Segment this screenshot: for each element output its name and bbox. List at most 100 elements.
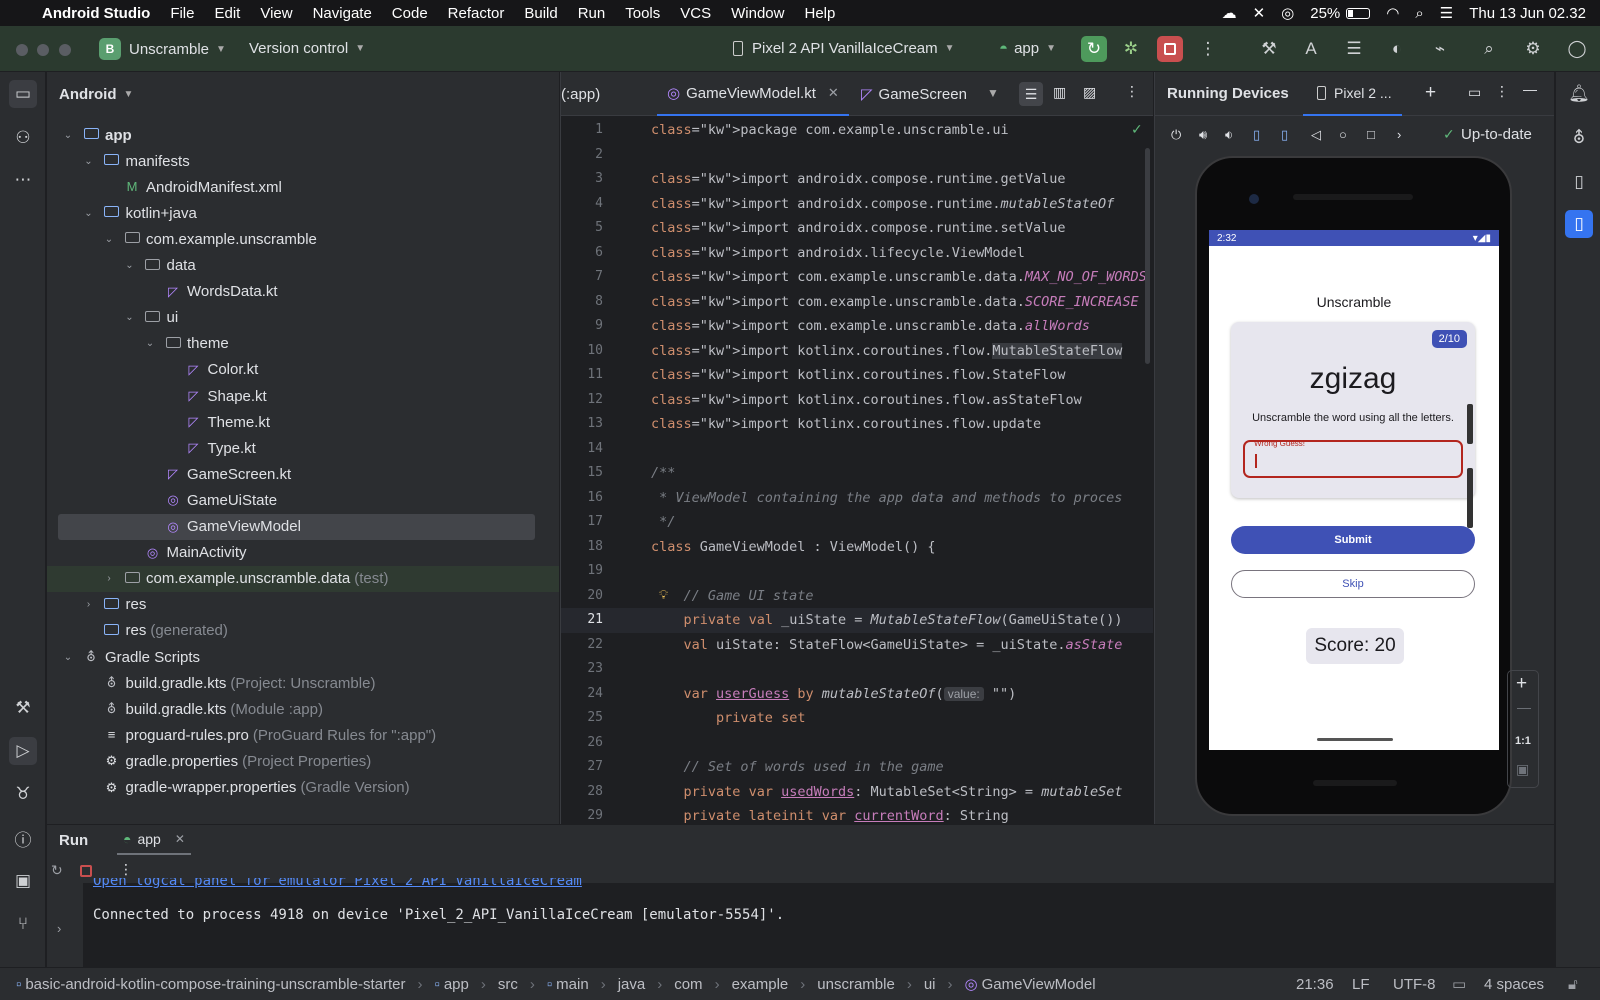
rerun-icon[interactable]: ↻ <box>1081 36 1107 62</box>
tree-item[interactable]: › com.example.unscramble.data (test) <box>47 565 559 592</box>
line-number[interactable]: 21 <box>561 608 603 633</box>
line-number[interactable]: 16 <box>561 486 603 511</box>
breadcrumb-item[interactable]: app <box>444 976 469 993</box>
tab-app[interactable]: (:app) <box>561 72 600 116</box>
tree-item[interactable]: ◎ MainActivity <box>47 540 559 566</box>
line-separator[interactable]: LF <box>1352 976 1370 993</box>
code-line[interactable]: 20 // Game UI state 💡︎ <box>561 584 1153 609</box>
line-number[interactable]: 6 <box>561 241 603 266</box>
line-number[interactable]: 27 <box>561 755 603 780</box>
line-number[interactable]: 2 <box>561 143 603 168</box>
line-number[interactable]: 24 <box>561 682 603 707</box>
run-window-icon[interactable]: ▷ <box>9 737 37 765</box>
line-number[interactable]: 12 <box>561 388 603 413</box>
android-sdk-icon[interactable]: ◐ <box>1384 36 1410 62</box>
line-number[interactable]: 10 <box>561 339 603 364</box>
more-actions-icon[interactable]: ⋮ <box>1195 36 1221 62</box>
device-tab[interactable]: Pixel 2 ... <box>1303 72 1402 116</box>
tree-item[interactable]: ⚙ gradle.properties (Project Properties) <box>47 748 559 774</box>
split-view-icon[interactable]: ▥ <box>1053 84 1066 101</box>
build-hammer-icon[interactable]: ⚒ <box>9 694 37 722</box>
tree-item[interactable]: ⌄ data <box>47 253 559 279</box>
battery-icon[interactable] <box>1346 7 1371 19</box>
code-line[interactable]: 5 class="kw">import androidx.compose.runt… <box>561 216 1153 241</box>
code-line[interactable]: 10 class="kw">import kotlinx.coroutines.f… <box>561 339 1153 364</box>
fit-screen-icon[interactable]: ▣ <box>1516 761 1529 778</box>
tree-item[interactable]: ◸ GameScreen.kt <box>47 461 559 487</box>
logcat-link[interactable]: Open logcat panel for emulator Pixel 2 A… <box>93 878 582 892</box>
code-line[interactable]: 18 class GameViewModel : ViewModel() { <box>561 535 1153 560</box>
breadcrumb-item[interactable]: java <box>618 976 646 993</box>
code-line[interactable]: 8 class="kw">import com.example.unscrambl… <box>561 290 1153 315</box>
line-number[interactable]: 8 <box>561 290 603 315</box>
menu-app-name[interactable]: Android Studio <box>42 5 150 22</box>
menu-view[interactable]: View <box>260 5 292 22</box>
breadcrumb-item[interactable]: ui <box>924 976 936 993</box>
tree-item[interactable]: ⌄ ⛢ Gradle Scripts <box>47 644 559 670</box>
breadcrumb-item[interactable]: unscramble <box>817 976 895 993</box>
menu-tools[interactable]: Tools <box>625 5 660 22</box>
control-center-icon[interactable]: ☰ <box>1440 4 1453 22</box>
resource-manager-icon[interactable]: ⚇ <box>9 124 37 152</box>
window-minimize-button[interactable] <box>37 44 49 56</box>
line-number[interactable]: 9 <box>561 314 603 339</box>
window-close-button[interactable] <box>16 44 28 56</box>
line-number[interactable]: 14 <box>561 437 603 462</box>
close-icon[interactable]: ✕ <box>175 832 185 846</box>
chevron-right-icon[interactable]: › <box>82 599 96 610</box>
zoom-out-icon[interactable]: — <box>1517 699 1531 715</box>
submit-button[interactable]: Submit <box>1231 526 1475 554</box>
code-view-icon[interactable]: ☰ <box>1019 82 1043 106</box>
tree-item[interactable]: ⌄ kotlin+java <box>47 200 559 226</box>
layout-icon[interactable]: ▭ <box>1468 84 1481 101</box>
chevron-down-icon[interactable]: ⌄ <box>102 234 116 245</box>
chevron-down-icon[interactable]: ⌄ <box>123 260 137 271</box>
line-number[interactable]: 3 <box>561 167 603 192</box>
code-line[interactable]: 21 private val _uiState = MutableStateFl… <box>561 608 1153 633</box>
menu-build[interactable]: Build <box>524 5 557 22</box>
line-number[interactable]: 29 <box>561 804 603 824</box>
search-icon[interactable]: ⌕ <box>1476 36 1502 62</box>
skip-button[interactable]: Skip <box>1231 570 1475 598</box>
code-line[interactable]: 16 * ViewModel containing the app data a… <box>561 486 1153 511</box>
clock[interactable]: Thu 13 Jun 02.32 <box>1469 5 1586 22</box>
line-number[interactable]: 18 <box>561 535 603 560</box>
breadcrumb-item[interactable]: basic-android-kotlin-compose-training-un… <box>25 976 405 993</box>
cloud-icon[interactable]: ☁ <box>1222 4 1237 22</box>
line-number[interactable]: 4 <box>561 192 603 217</box>
airdrop-icon[interactable]: ◎ <box>1281 4 1294 22</box>
power-icon[interactable]: ⏻ <box>1171 127 1181 143</box>
code-line[interactable]: 28 private var usedWords: MutableSet<Str… <box>561 780 1153 805</box>
code-line[interactable]: 17 */ <box>561 510 1153 535</box>
chevron-down-icon[interactable]: ⌄ <box>143 338 157 349</box>
tree-item[interactable]: ⌄ manifests <box>47 148 559 174</box>
account-icon[interactable]: ◯ <box>1564 36 1590 62</box>
tree-item[interactable]: ⚙ gradle-wrapper.properties (Gradle Versio… <box>47 775 559 801</box>
volume-down-icon[interactable]: 🔉︎ <box>1225 127 1233 143</box>
minimize-panel-icon[interactable]: — <box>1523 81 1537 97</box>
menu-refactor[interactable]: Refactor <box>448 5 505 22</box>
more-controls-icon[interactable]: › <box>1397 127 1401 142</box>
tree-item[interactable]: ⌄ app <box>47 122 559 148</box>
code-line[interactable]: 12 class="kw">import kotlinx.coroutines.f… <box>561 388 1153 413</box>
overview-icon[interactable]: □ <box>1367 127 1375 142</box>
code-line[interactable]: 23 <box>561 657 1153 682</box>
tree-item[interactable]: ⛢ build.gradle.kts (Module :app) <box>47 696 559 722</box>
line-number[interactable]: 13 <box>561 412 603 437</box>
code-line[interactable]: 9 class="kw">import com.example.unscrambl… <box>561 314 1153 339</box>
code-line[interactable]: 26 <box>561 731 1153 756</box>
rotate-left-icon[interactable]: ▯ <box>1253 127 1260 143</box>
menu-window[interactable]: Window <box>731 5 784 22</box>
git-icon[interactable]: ⑂ <box>9 910 37 938</box>
back-icon[interactable]: ◁ <box>1311 127 1321 143</box>
breadcrumb-item[interactable]: main <box>556 976 589 993</box>
stop-icon[interactable] <box>80 865 92 877</box>
line-number[interactable]: 17 <box>561 510 603 535</box>
code-line[interactable]: 2 <box>561 143 1153 168</box>
chevron-right-icon[interactable]: › <box>102 573 116 584</box>
logcat-icon[interactable]: ♉ <box>9 780 37 808</box>
menu-run[interactable]: Run <box>578 5 606 22</box>
code-line[interactable]: 13 class="kw">import kotlinx.coroutines.f… <box>561 412 1153 437</box>
sync-icon[interactable]: ☰ <box>1341 36 1367 62</box>
tree-item[interactable]: ◸ Shape.kt <box>47 383 559 409</box>
